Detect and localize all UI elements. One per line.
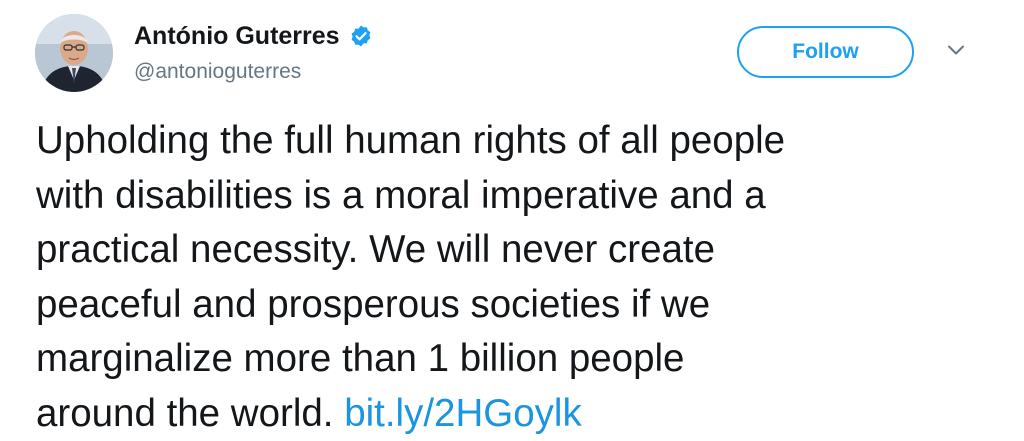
tweet-text-last-line: around the world. bit.ly/2HGoylk: [36, 387, 996, 441]
avatar[interactable]: [35, 14, 113, 92]
tweet-text-line: marginalize more than 1 billion people: [36, 332, 996, 387]
author-name-row: António Guterres: [134, 19, 373, 53]
verified-badge-icon: [349, 24, 373, 48]
tweet-link[interactable]: bit.ly/2HGoylk: [344, 392, 582, 435]
tweet-text-line: peaceful and prosperous societies if we: [36, 278, 996, 333]
author-handle[interactable]: @antonioguterres: [134, 60, 301, 84]
tweet-text: Upholding the full human rights of all p…: [36, 114, 996, 441]
tweet-card: António Guterres @antonioguterres Follow…: [0, 0, 1024, 437]
chevron-down-icon[interactable]: [944, 38, 968, 62]
tweet-text-line: practical necessity. We will never creat…: [36, 223, 996, 278]
tweet-text-line: Upholding the full human rights of all p…: [36, 114, 996, 169]
profile-photo-icon: [35, 14, 113, 92]
author-display-name[interactable]: António Guterres: [134, 22, 340, 51]
tweet-text-line: with disabilities is a moral imperative …: [36, 169, 996, 224]
follow-button[interactable]: Follow: [737, 26, 914, 78]
tweet-text-line: around the world.: [36, 392, 344, 435]
